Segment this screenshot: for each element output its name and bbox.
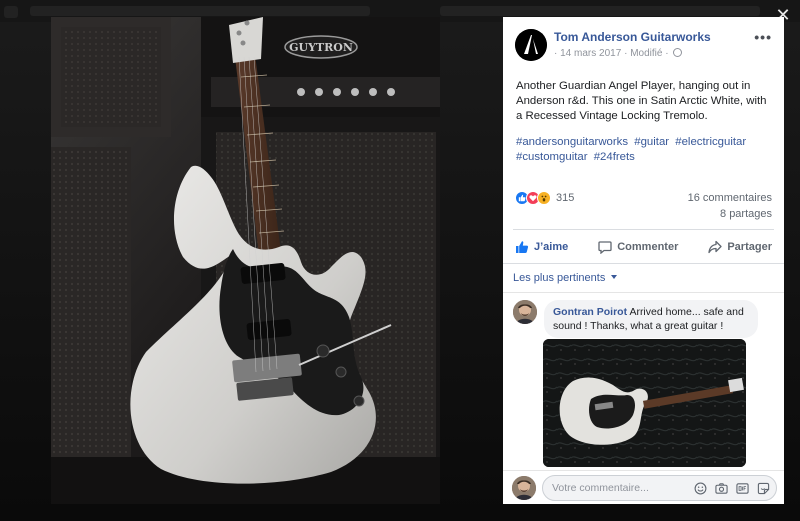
reactions-summary[interactable]: 315: [515, 190, 574, 206]
amp-brand-label: GUYTRON: [289, 41, 353, 54]
more-options-button[interactable]: •••: [754, 29, 772, 45]
like-button[interactable]: J’aime: [515, 240, 568, 254]
sticker-icon[interactable]: [756, 481, 770, 495]
avatar[interactable]: [513, 300, 537, 324]
page-avatar[interactable]: [515, 29, 547, 61]
hashtag-link[interactable]: #customguitar: [516, 151, 588, 163]
comment-button[interactable]: Commenter: [598, 240, 678, 254]
camera-icon[interactable]: [714, 481, 728, 495]
page-name-link[interactable]: Tom Anderson Guitarworks: [554, 30, 711, 44]
attached-guitar-photo: [543, 339, 746, 467]
speech-bubble-icon: [598, 240, 612, 254]
photo-viewer[interactable]: GUYTRON: [51, 17, 440, 504]
like-label: J’aime: [534, 240, 569, 253]
globe-icon: [673, 48, 683, 57]
post-text: Another Guardian Angel Player, hanging o…: [516, 80, 767, 122]
comment-input[interactable]: [552, 482, 682, 494]
hashtag-link[interactable]: #electricguitar: [675, 136, 746, 148]
hashtag-link[interactable]: #andersonguitarworks: [516, 136, 628, 148]
thumbs-up-icon: [516, 240, 529, 253]
meta-separator: ·: [554, 48, 558, 59]
comment-input-box: [542, 475, 777, 501]
meta-separator: ·: [665, 48, 669, 59]
share-label: Partager: [727, 240, 772, 253]
avatar: [512, 476, 536, 500]
user-avatar-icon: [512, 476, 536, 500]
speaker-cabinet: [51, 147, 131, 477]
emoji-icon[interactable]: [693, 481, 707, 495]
post-actions: J’aime Commenter Partager: [513, 229, 774, 263]
volume-knob: [316, 344, 330, 358]
post-meta: · 14 mars 2017 · Modifié ·: [554, 48, 683, 59]
hashtag-link[interactable]: #guitar: [634, 136, 669, 148]
wow-reaction-icon: [537, 191, 551, 205]
comment-attachment-photo[interactable]: [543, 339, 746, 467]
meta-separator: ·: [624, 48, 628, 59]
comments-count-link[interactable]: 16 commentaires: [688, 192, 772, 204]
share-arrow-icon: [708, 240, 722, 253]
hashtag-link[interactable]: #24frets: [594, 151, 635, 163]
post-panel: Tom Anderson Guitarworks · 14 mars 2017 …: [503, 17, 784, 504]
background-icon: [4, 6, 18, 18]
gif-icon[interactable]: [735, 481, 749, 495]
shares-count-link[interactable]: 8 partages: [720, 208, 772, 220]
user-avatar-icon: [513, 300, 537, 324]
comment-label: Commenter: [617, 240, 679, 253]
reaction-count: 315: [556, 192, 575, 204]
caret-down-icon: [611, 275, 618, 279]
background-bar: [30, 6, 370, 16]
anderson-logo-icon: [515, 29, 547, 61]
comment-author-link[interactable]: Gontran Poirot: [553, 306, 627, 318]
share-button[interactable]: Partager: [708, 240, 772, 254]
comment-sort-dropdown[interactable]: Les plus pertinents: [503, 263, 784, 293]
hashtags: #andersonguitarworks #guitar #electricgu…: [516, 135, 774, 165]
comment-bubble: Gontran Poirot Arrived home... safe and …: [544, 300, 758, 338]
comment-composer: [503, 470, 784, 504]
sort-label: Les plus pertinents: [513, 272, 606, 284]
background-bar: [440, 6, 760, 16]
post-header: Tom Anderson Guitarworks · 14 mars 2017 …: [503, 17, 784, 67]
post-date[interactable]: 14 mars 2017: [560, 48, 621, 59]
edited-label[interactable]: Modifié: [630, 48, 662, 59]
guitar-photo: GUYTRON: [51, 17, 440, 504]
composer-icons: [693, 481, 770, 495]
